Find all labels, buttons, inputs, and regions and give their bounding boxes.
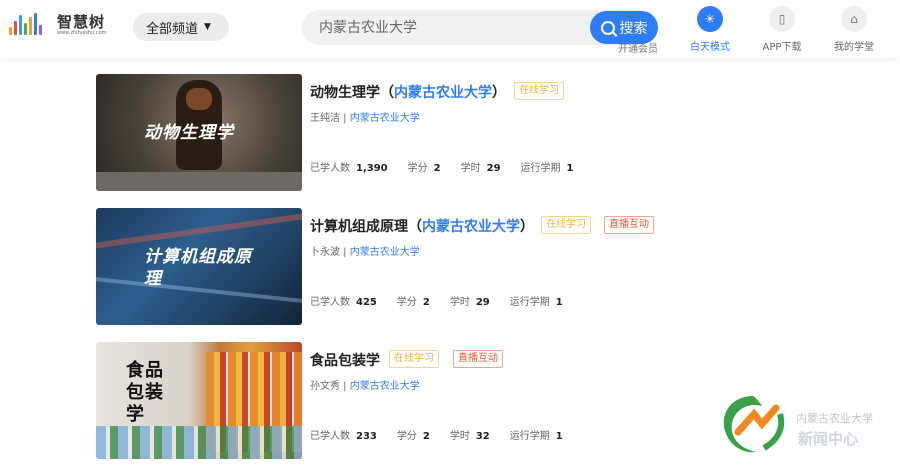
stat-credits: 学分 2 [396, 297, 430, 308]
school-link[interactable]: 内蒙古农业大学 [350, 113, 420, 124]
course-meta: 孙文秀 | 内蒙古农业大学 [310, 381, 420, 392]
course-card[interactable]: 计算机组成原理 计算机组成原理（内蒙古农业大学） 在线学习 直播互动 卜永波 |… [96, 208, 776, 325]
school-link[interactable]: 内蒙古农业大学 [350, 381, 420, 392]
site-logo[interactable]: 智慧树 www.zhihuishu.com [9, 13, 107, 36]
watermark-line2: 新闻中心 [798, 430, 859, 448]
course-title[interactable]: 计算机组成原理（内蒙古农业大学） [310, 216, 534, 236]
phone-icon: ▯ [769, 6, 795, 32]
stat-learners: 已学人数 425 [310, 297, 377, 308]
stat-credits: 学分 2 [407, 163, 441, 174]
course-thumbnail-title: 计算机组成原理 [144, 247, 252, 289]
tag-online-learning: 在线学习 [541, 216, 591, 234]
logo-bars-icon [9, 13, 42, 35]
course-name: 计算机组成原理 [310, 219, 408, 235]
stat-term: 运行学期 1 [520, 163, 574, 174]
channel-dropdown[interactable]: 全部频道 ▼ [133, 13, 229, 41]
stat-learners: 已学人数 1,390 [310, 163, 388, 174]
course-meta: 卜永波 | 内蒙古农业大学 [310, 247, 420, 258]
course-university: 内蒙古农业大学 [422, 219, 520, 235]
stat-hours: 学时 32 [449, 431, 490, 442]
watermark-line1: 内蒙古农业大学 [796, 412, 873, 425]
search-icon [600, 20, 615, 35]
teacher-name: 孙文秀 [310, 381, 340, 392]
stat-hours: 学时 29 [449, 297, 490, 308]
news-center-watermark: 内蒙古农业大学 新闻中心 [718, 392, 898, 464]
stat-hours: 学时 29 [460, 163, 501, 174]
nav-day-mode-label: 白天模式 [690, 42, 730, 53]
school-link[interactable]: 内蒙古农业大学 [350, 247, 420, 258]
course-title[interactable]: 动物生理学（内蒙古农业大学） [310, 82, 506, 102]
tag-live-interaction: 直播互动 [453, 350, 503, 368]
sun-icon: ☀ [697, 6, 723, 32]
course-card[interactable]: 动物生理学 动物生理学（内蒙古农业大学） 在线学习 王纯洁 | 内蒙古农业大学 … [96, 74, 776, 191]
course-stats: 已学人数 233 学分 2 学时 32 运行学期 1 [310, 427, 583, 442]
stat-term: 运行学期 1 [509, 297, 563, 308]
stat-term: 运行学期 1 [509, 431, 563, 442]
nav-my-classroom-label: 我的学堂 [834, 42, 874, 53]
course-card[interactable]: 食品包装学 食品包装学 在线学习 直播互动 孙文秀 | 内蒙古农业大学 已学人数… [96, 342, 776, 459]
stat-learners: 已学人数 233 [310, 431, 377, 442]
course-meta: 王纯洁 | 内蒙古农业大学 [310, 113, 420, 124]
search-button-label: 搜索 [619, 20, 648, 37]
course-thumbnail[interactable]: 食品包装学 [96, 342, 302, 459]
course-stats: 已学人数 1,390 学分 2 学时 29 运行学期 1 [310, 159, 594, 174]
logo-text: 智慧树 [57, 13, 106, 31]
teacher-name: 王纯洁 [310, 113, 340, 124]
logo-url: www.zhihuishu.com [57, 30, 107, 36]
tag-online-learning: 在线学习 [514, 82, 564, 100]
tag-online-learning: 在线学习 [389, 350, 439, 368]
stat-credits: 学分 2 [396, 431, 430, 442]
course-title[interactable]: 食品包装学 [310, 350, 380, 370]
nav-day-mode[interactable]: ☀ 白天模式 [680, 6, 740, 53]
course-university: 内蒙古农业大学 [394, 85, 492, 101]
watermark-logo-icon [723, 396, 785, 453]
course-thumbnail[interactable]: 动物生理学 [96, 74, 302, 191]
course-thumbnail-title: 食品包装学 [126, 360, 164, 425]
teacher-name: 卜永波 [310, 247, 340, 258]
course-name: 食品包装学 [310, 353, 380, 369]
tag-live-interaction: 直播互动 [604, 216, 654, 234]
course-stats: 已学人数 425 学分 2 学时 29 运行学期 1 [310, 293, 583, 308]
top-header: 智慧树 www.zhihuishu.com 全部频道 ▼ 搜索 开通会员 ☀ 白… [0, 0, 900, 58]
home-icon: ⌂ [841, 6, 867, 32]
channel-label: 全部频道 [146, 21, 199, 37]
nav-my-classroom[interactable]: ⌂ 我的学堂 [824, 6, 884, 53]
membership-link[interactable]: 开通会员 [618, 40, 658, 55]
course-thumbnail-title: 动物生理学 [144, 123, 234, 143]
search-input[interactable] [319, 10, 579, 45]
course-name: 动物生理学 [310, 85, 380, 101]
nav-app-download[interactable]: ▯ APP下载 [752, 6, 812, 53]
course-thumbnail[interactable]: 计算机组成原理 [96, 208, 302, 325]
search-bar: 搜索 [302, 10, 658, 45]
nav-app-download-label: APP下载 [762, 42, 802, 53]
chevron-down-icon: ▼ [204, 22, 211, 32]
